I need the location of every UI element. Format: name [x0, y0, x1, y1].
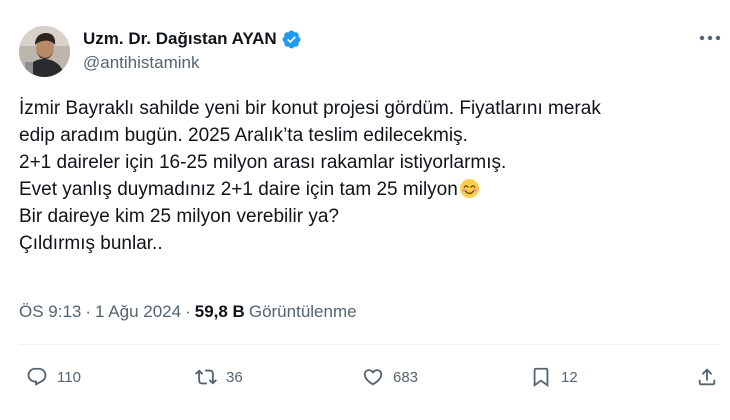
- views-label: Görüntülenme: [248, 302, 357, 321]
- tweet-line: Evet yanlış duymadınız 2+1 daire için ta…: [19, 179, 458, 200]
- tweet-time[interactable]: ÖS 9:13: [19, 302, 81, 322]
- like-button[interactable]: 683: [362, 364, 418, 390]
- tweet-line: Bir daireye kim 25 milyon verebilir ya?: [19, 206, 339, 227]
- meta-separator: ·: [85, 302, 92, 321]
- action-bar: 110 36 683 12: [0, 364, 730, 390]
- tweet-card: Uzm. Dr. Dağıstan AYAN @antihistamink İz…: [0, 0, 730, 420]
- tweet-line: 2+1 daireler için 16-25 milyon arası rak…: [19, 152, 507, 173]
- avatar[interactable]: [19, 26, 70, 77]
- divider: [19, 344, 719, 345]
- reply-count: 110: [57, 368, 81, 386]
- smiling-face-emoji-icon: [459, 178, 479, 199]
- retweet-count: 36: [226, 368, 243, 386]
- tweet-meta: ÖS 9:13 · 1 Ağu 2024 · 59,8 B Görüntülen…: [19, 300, 357, 324]
- heart-icon: [363, 369, 383, 386]
- tweet-line: İzmir Bayraklı sahilde yeni bir konut pr…: [19, 98, 601, 119]
- like-count: 683: [393, 368, 419, 386]
- more-options-button[interactable]: [698, 28, 722, 48]
- bookmark-count: 12: [561, 368, 578, 386]
- reply-icon: [27, 367, 47, 386]
- meta-separator: ·: [185, 302, 191, 321]
- tweet-text: İzmir Bayraklı sahilde yeni bir konut pr…: [19, 95, 719, 257]
- retweet-button[interactable]: 36: [195, 364, 243, 390]
- tweet-line: Çıldırmış bunlar..: [19, 233, 163, 254]
- bookmark-icon: [533, 367, 549, 388]
- share-icon: [698, 368, 716, 386]
- author-handle[interactable]: @antihistamink: [83, 53, 199, 73]
- views-count[interactable]: 59,8 B: [195, 302, 245, 322]
- tweet-line-with-emoji: Evet yanlış duymadınız 2+1 daire için ta…: [19, 176, 719, 203]
- more-dots-icon: [699, 35, 721, 41]
- author-display-name[interactable]: Uzm. Dr. Dağıstan AYAN: [83, 29, 277, 49]
- tweet-date[interactable]: 1 Ağu 2024: [95, 302, 181, 322]
- retweet-icon: [195, 369, 217, 385]
- share-button[interactable]: [696, 364, 718, 390]
- author-name-row[interactable]: Uzm. Dr. Dağıstan AYAN: [83, 27, 302, 51]
- avatar-photo: [19, 26, 70, 77]
- bookmark-button[interactable]: 12: [530, 364, 578, 390]
- reply-button[interactable]: 110: [26, 364, 81, 390]
- tweet-line: edip aradım bugün. 2025 Aralık’ta teslim…: [19, 125, 468, 146]
- verified-badge-icon: [282, 30, 301, 48]
